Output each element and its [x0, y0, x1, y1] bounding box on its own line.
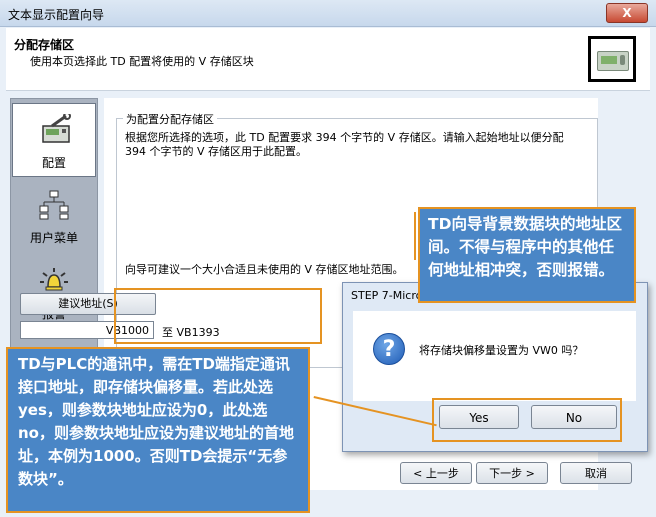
annotation-address-range: TD向导背景数据块的地址区间。不得与程序中的其他任何地址相冲突，否则报错。: [418, 207, 636, 303]
prev-button[interactable]: < 上一步: [400, 462, 472, 484]
address-highlight-box: [114, 288, 322, 344]
close-button[interactable]: X: [606, 3, 648, 23]
wrench-device-icon: [42, 114, 71, 143]
sidebar-item-label: 用户菜单: [29, 231, 78, 245]
window-title: 文本显示配置向导: [8, 8, 105, 22]
suggest-text: 向导可建议一个大小合适且未使用的 V 存储区地址范围。: [125, 263, 404, 276]
group-title: 为配置分配存储区: [123, 111, 217, 127]
tree-menu-icon: [39, 190, 69, 220]
buttons-highlight-box: [432, 398, 622, 442]
annotation-offset-explanation: TD与PLC的通讯中，需在TD端指定通讯接口地址，即存储块偏移量。若此处选yes…: [6, 347, 310, 513]
sidebar-item-alarm[interactable]: 报警: [11, 255, 97, 329]
text-display-device-icon: [588, 36, 636, 82]
cancel-button[interactable]: 取消: [560, 462, 632, 484]
next-button[interactable]: 下一步 >: [476, 462, 548, 484]
question-icon: ?: [373, 333, 405, 365]
wizard-header: 分配存储区 使用本页选择此 TD 配置将使用的 V 存储区块: [6, 28, 650, 91]
close-icon: X: [622, 6, 632, 20]
sidebar-item-user-menu[interactable]: 用户菜单: [11, 179, 97, 253]
title-bar: 文本显示配置向导 X: [0, 0, 656, 27]
sidebar-item-config[interactable]: 配置: [12, 103, 96, 177]
group-description: 根据您所选择的选项，此 TD 配置要求 394 个字节的 V 存储区。请输入起始…: [125, 131, 564, 158]
sidebar-item-label: 配置: [41, 156, 66, 170]
callout-line: [414, 212, 416, 260]
page-title: 分配存储区: [14, 38, 75, 52]
dialog-body: ? 将存储块偏移量设置为 VW0 吗？: [353, 311, 636, 401]
page-subtitle: 使用本页选择此 TD 配置将使用的 V 存储区块: [30, 55, 254, 68]
dialog-message: 将存储块偏移量设置为 VW0 吗？: [419, 344, 584, 357]
